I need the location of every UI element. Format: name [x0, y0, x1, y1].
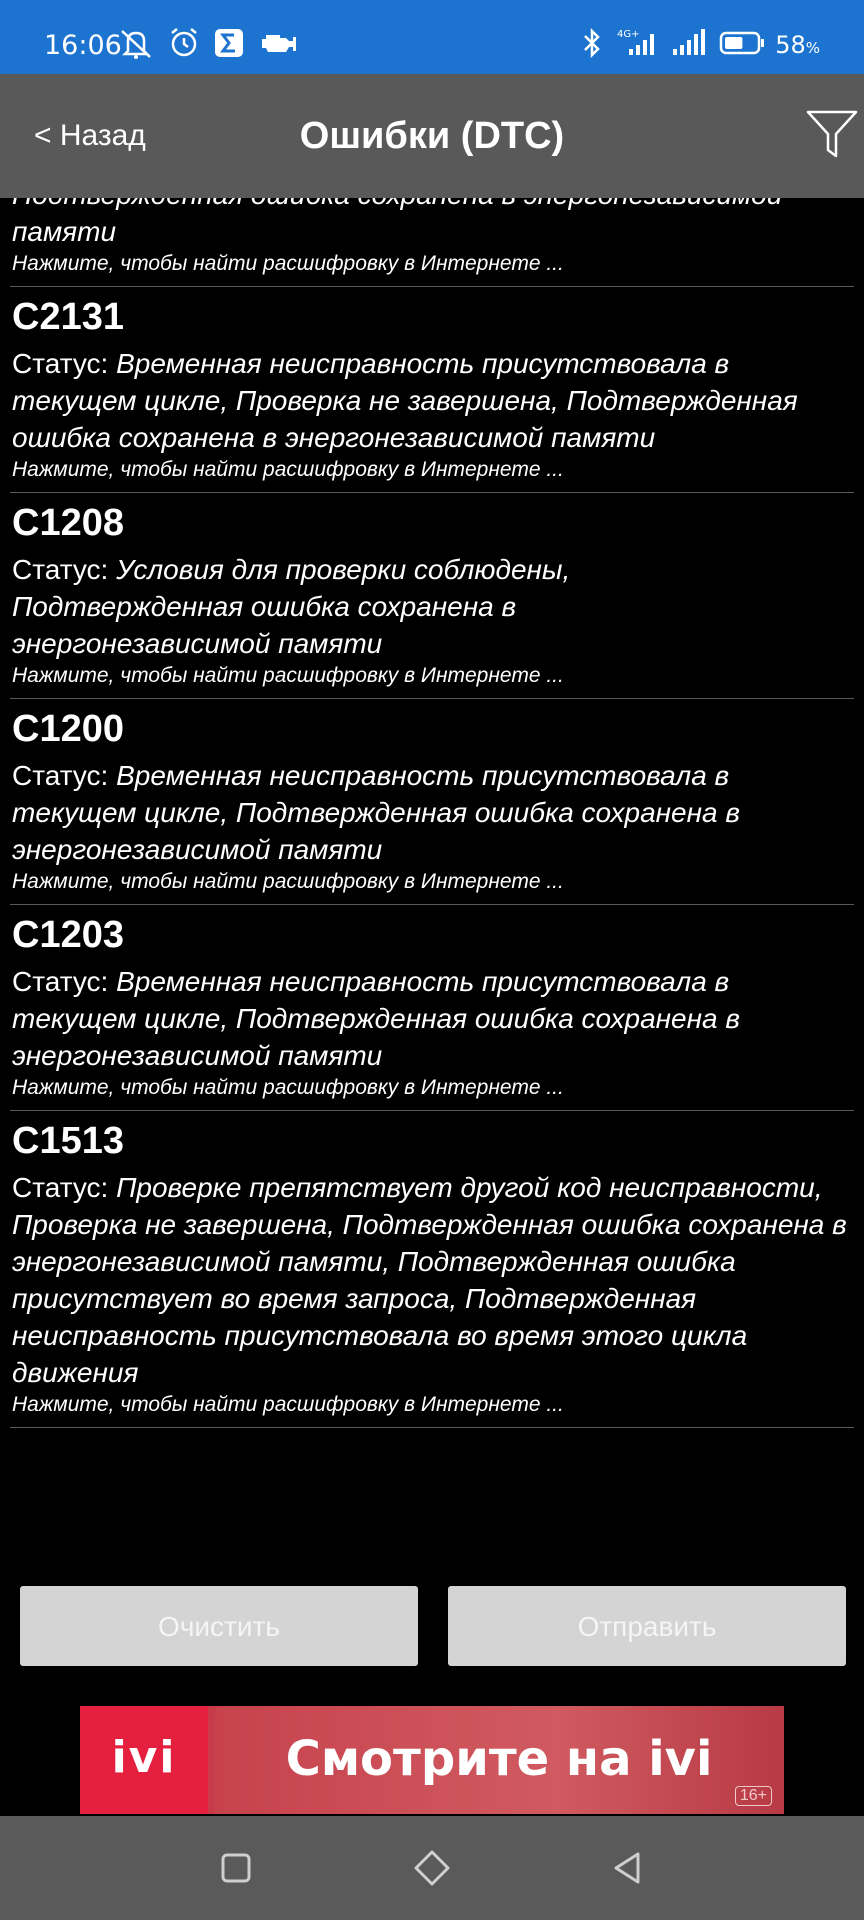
signal-icon: [669, 27, 709, 64]
dtc-status: Статус: Временная неисправность присутст…: [12, 348, 798, 453]
dtc-item[interactable]: C2131 Статус: Временная неисправность пр…: [10, 287, 854, 493]
mute-bell-icon: [118, 27, 154, 64]
dtc-list[interactable]: Подтвержденная ошибка сохранена в энерго…: [0, 198, 864, 1546]
clear-button[interactable]: Очистить: [20, 1586, 418, 1666]
system-nav-bar: [0, 1816, 864, 1920]
send-button[interactable]: Отправить: [448, 1586, 846, 1666]
dtc-code: C1203: [12, 914, 124, 956]
ivi-logo: ivi: [80, 1706, 208, 1814]
dtc-search-hint[interactable]: Нажмите, чтобы найти расшифровку в Интер…: [12, 662, 854, 690]
dtc-status: Подтвержденная ошибка сохранена в энерго…: [12, 198, 782, 247]
dtc-code: C1200: [12, 708, 124, 750]
dtc-item[interactable]: C1200 Статус: Временная неисправность пр…: [10, 699, 854, 905]
4g-signal-icon: 4G+: [615, 27, 659, 64]
ad-text: Смотрите на ivi: [285, 1731, 713, 1787]
ad-main: Смотрите на ivi 16+: [214, 1706, 784, 1814]
status-icons-left: [118, 27, 298, 63]
back-icon[interactable]: [608, 1848, 648, 1888]
dtc-status: Статус: Временная неисправность присутст…: [12, 966, 740, 1071]
dtc-search-hint[interactable]: Нажмите, чтобы найти расшифровку в Интер…: [12, 868, 854, 896]
bluetooth-icon: [579, 27, 605, 64]
dtc-code: C2131: [12, 296, 124, 338]
recent-apps-icon[interactable]: [216, 1848, 256, 1888]
sigma-app-icon: [214, 28, 244, 63]
dtc-search-hint[interactable]: Нажмите, чтобы найти расшифровку в Интер…: [12, 1391, 854, 1419]
svg-text:4G+: 4G+: [617, 29, 640, 40]
filter-icon[interactable]: [804, 106, 860, 162]
app-header: < Назад Ошибки (DTC): [0, 74, 864, 198]
battery-percent: 58%: [775, 31, 820, 59]
ad-banner[interactable]: ivi Смотрите на ivi 16+: [80, 1706, 784, 1814]
page-title: Ошибки (DTC): [299, 115, 565, 157]
battery-icon: [719, 29, 765, 62]
engine-icon: [258, 29, 298, 62]
dtc-code: C1208: [12, 502, 124, 544]
dtc-item[interactable]: C1203 Статус: Временная неисправность пр…: [10, 905, 854, 1111]
age-rating-badge: 16+: [734, 1786, 772, 1806]
dtc-item[interactable]: C1513 Статус: Проверке препятствует друг…: [10, 1111, 854, 1428]
dtc-search-hint[interactable]: Нажмите, чтобы найти расшифровку в Интер…: [12, 456, 854, 484]
dtc-status: Статус: Проверке препятствует другой код…: [12, 1172, 847, 1388]
status-bar: 16:06 4G+ 58%: [0, 0, 864, 74]
dtc-status: Статус: Временная неисправность присутст…: [12, 760, 740, 865]
alarm-icon: [168, 27, 200, 64]
home-icon[interactable]: [412, 1848, 452, 1888]
dtc-search-hint[interactable]: Нажмите, чтобы найти расшифровку в Интер…: [12, 1074, 854, 1102]
dtc-code: C1513: [12, 1120, 124, 1162]
dtc-item[interactable]: C1208 Статус: Условия для проверки соблю…: [10, 493, 854, 699]
dtc-search-hint[interactable]: Нажмите, чтобы найти расшифровку в Интер…: [12, 250, 854, 278]
dtc-status: Статус: Условия для проверки соблюдены, …: [12, 554, 571, 659]
dtc-item[interactable]: Подтвержденная ошибка сохранена в энерго…: [10, 198, 854, 287]
status-icons-right: 4G+ 58%: [579, 26, 864, 64]
